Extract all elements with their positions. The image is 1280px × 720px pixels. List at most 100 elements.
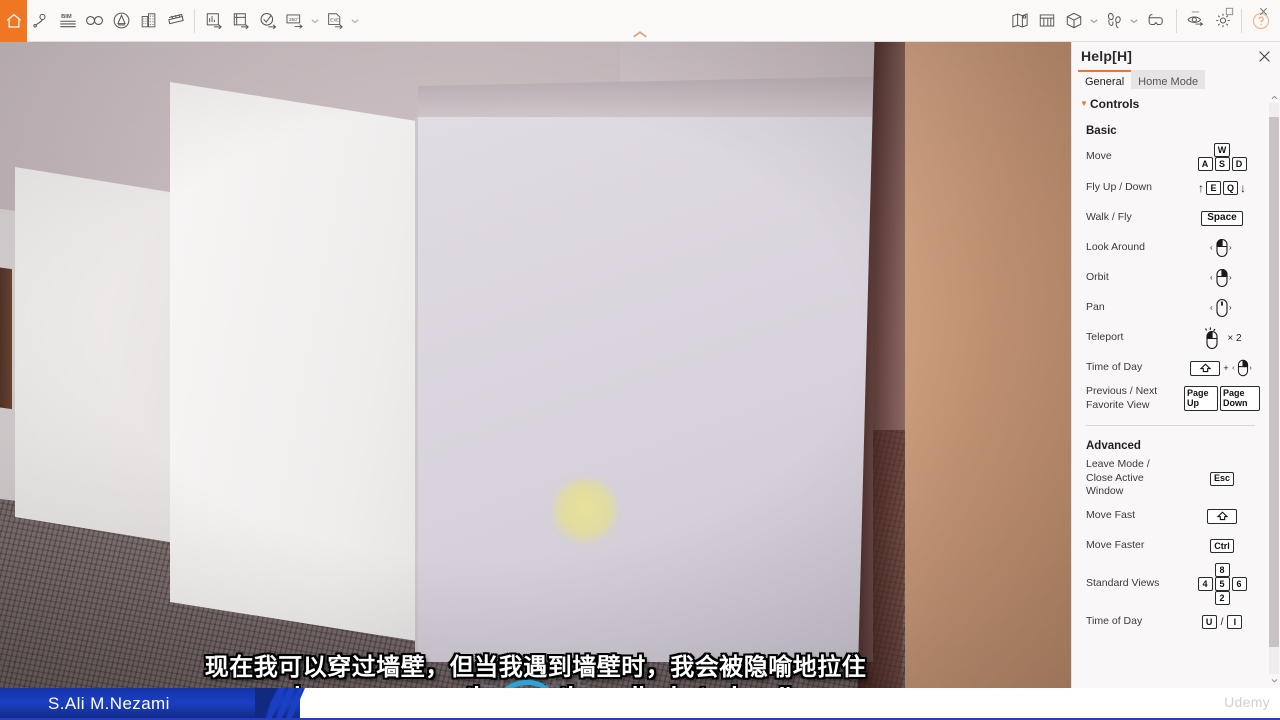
help-scroll-content: ▼ Controls Basic Move W A S D Fly Up / D… <box>1072 89 1269 688</box>
asset-library-icon <box>112 11 131 30</box>
key-q: Q <box>1222 181 1238 195</box>
key-w: W <box>1213 143 1231 157</box>
window-maximize-button[interactable] <box>1212 0 1246 22</box>
toolbar-divider <box>194 8 195 33</box>
shift-arrow-icon-fast <box>1216 511 1228 521</box>
plus-sign: + <box>1223 363 1229 373</box>
view-management-button[interactable] <box>1060 0 1087 42</box>
svg-text:360°: 360° <box>289 17 299 23</box>
key-page-up: Page Up <box>1184 386 1218 412</box>
scroll-up-arrow-icon[interactable] <box>1269 91 1279 103</box>
export-exe-dropdown[interactable] <box>348 0 361 42</box>
clapperboard-icon <box>166 11 186 30</box>
asset-library-button[interactable] <box>108 0 135 42</box>
help-close-button[interactable] <box>1255 47 1273 65</box>
key-i: I <box>1227 615 1243 630</box>
svg-text:EXE: EXE <box>330 18 339 23</box>
window-close-button[interactable] <box>1246 0 1280 22</box>
caret-down-icon: ▼ <box>1080 99 1088 108</box>
row-teleport: Teleport × 2 <box>1072 323 1269 353</box>
key-esc: Esc <box>1209 471 1234 486</box>
toolbar-left-group: BIM 360° EXE <box>0 0 361 42</box>
tab-general[interactable]: General <box>1078 70 1132 89</box>
section-view-button[interactable] <box>1033 0 1060 42</box>
row-look-around-label: Look Around <box>1086 241 1145 254</box>
row-walk-fly-keys: Space <box>1183 210 1261 226</box>
row-standard-views-keys: 8 4 5 6 2 <box>1183 563 1261 606</box>
export-panorama-dropdown[interactable] <box>308 0 321 42</box>
row-favorite-view-keys: Page Up Page Down <box>1183 386 1261 412</box>
building-button[interactable] <box>135 0 162 42</box>
vr-button[interactable] <box>1140 0 1171 42</box>
svg-text:‹: ‹ <box>1210 303 1213 312</box>
section-controls-header[interactable]: ▼ Controls <box>1072 95 1269 113</box>
svg-text:›: › <box>1229 303 1232 312</box>
key-a: A <box>1197 157 1213 171</box>
top-toolbar: BIM 360° EXE <box>0 0 1280 42</box>
export-panorama-button[interactable]: 360° <box>281 0 308 42</box>
help-scrollbar[interactable] <box>1269 91 1279 686</box>
map-icon <box>1010 11 1030 30</box>
group-advanced-title: Advanced <box>1086 439 1141 452</box>
scroll-down-arrow-icon[interactable] <box>1269 674 1279 686</box>
svg-text:‹: ‹ <box>1210 273 1213 282</box>
scrollbar-track[interactable] <box>1269 103 1279 674</box>
group-basic-title: Basic <box>1086 125 1117 137</box>
help-panel-body: ▼ Controls Basic Move W A S D Fly Up / D… <box>1072 89 1280 688</box>
glasses-icon <box>84 11 105 30</box>
arrow-up-icon: ↑ <box>1197 181 1204 195</box>
key-numpad-5: 5 <box>1214 577 1230 592</box>
svg-text:‹: ‹ <box>1210 243 1213 252</box>
home-button[interactable] <box>0 0 27 42</box>
export-video-button[interactable] <box>254 0 281 42</box>
export-360-icon: 360° <box>284 11 305 30</box>
toolbar-divider-right <box>1176 8 1177 33</box>
row-move-faster: Move Faster Ctrl <box>1072 531 1269 561</box>
svg-text:›: › <box>1229 273 1232 282</box>
export-exe-button[interactable]: EXE <box>321 0 348 42</box>
svg-text:BIM: BIM <box>61 14 72 20</box>
export-image-button[interactable] <box>200 0 227 42</box>
row-walk-fly: Walk / Fly Space <box>1072 203 1269 233</box>
help-panel: Help[H] General Home Mode ▼ Controls Bas… <box>1071 42 1280 688</box>
view-management-dropdown[interactable] <box>1087 0 1100 42</box>
video-editor-button[interactable] <box>162 0 189 42</box>
teleport-cursor-glow <box>552 477 618 543</box>
credits-names: S.Ali M.Nezami <box>48 694 170 713</box>
teleport-click-count: × 2 <box>1227 332 1242 344</box>
arrow-down-icon: ↓ <box>1240 181 1246 195</box>
key-numpad-8: 8 <box>1214 563 1230 578</box>
visual-settings-button[interactable] <box>81 0 108 42</box>
3d-viewport[interactable]: Enscape 现在我可以穿过墙壁，但当我遇到墙壁时，我会被隐喻地拉住 and … <box>0 42 1071 688</box>
site-map-button[interactable] <box>1006 0 1033 42</box>
batch-export-icon <box>231 11 251 30</box>
walkthrough-dropdown[interactable] <box>1127 0 1140 42</box>
key-s: S <box>1214 157 1230 171</box>
row-move-label: Move <box>1086 150 1112 163</box>
row-move-fast-label: Move Fast <box>1086 509 1136 522</box>
key-space: Space <box>1201 210 1243 226</box>
cube-icon <box>1064 11 1084 30</box>
row-fly-up-down-label: Fly Up / Down <box>1086 181 1152 194</box>
export-image-icon <box>204 11 224 30</box>
svg-text:›: › <box>1229 243 1232 252</box>
bim-button[interactable]: BIM <box>54 0 81 42</box>
key-shift-time-of-day <box>1190 360 1221 376</box>
tab-home-mode[interactable]: Home Mode <box>1131 70 1206 89</box>
row-look-around-keys: ‹ › <box>1183 237 1261 259</box>
row-pan-keys: ‹ › <box>1183 297 1261 319</box>
row-move-faster-label: Move Faster <box>1086 539 1145 552</box>
window-minimize-button[interactable] <box>1178 0 1212 22</box>
project-location-button[interactable] <box>27 0 54 42</box>
row-time-of-day-advanced-label: Time of Day <box>1086 615 1143 628</box>
key-numpad-2: 2 <box>1214 591 1230 606</box>
scrollbar-thumb[interactable] <box>1269 117 1279 647</box>
collapse-toolbar-button[interactable] <box>630 28 650 40</box>
bim-icon: BIM <box>58 11 78 30</box>
udemy-watermark: Udemy <box>1224 694 1270 710</box>
row-move-keys: W A S D <box>1183 143 1261 171</box>
batch-export-button[interactable] <box>227 0 254 42</box>
shift-arrow-icon <box>1199 363 1212 373</box>
walkthrough-button[interactable] <box>1100 0 1127 42</box>
location-pin-icon <box>31 11 50 30</box>
